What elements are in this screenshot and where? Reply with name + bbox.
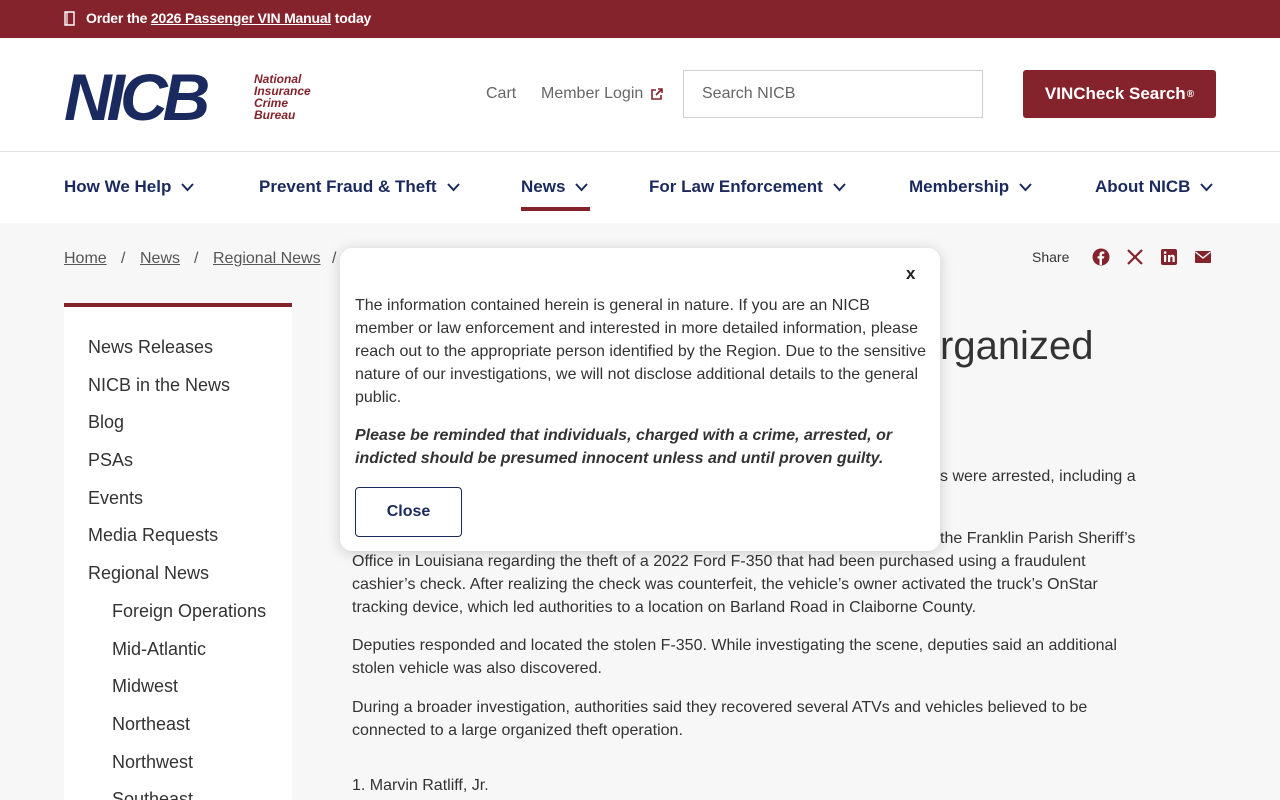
nav-label: Membership [909, 177, 1010, 196]
cart-link[interactable]: Cart [486, 85, 516, 103]
sidebar-subitem-southeast[interactable]: Southeast [112, 789, 193, 800]
article-para-fragment: the Franklin Parish Sheriff’s [940, 530, 1136, 547]
sidebar-subitem-northwest[interactable]: Northwest [112, 752, 193, 773]
promo-prefix: Order the [86, 10, 151, 26]
nav-how-we-help[interactable]: How We Help [64, 177, 195, 197]
sidebar-item-psas[interactable]: PSAs [88, 450, 133, 471]
facebook-icon[interactable] [1092, 248, 1110, 266]
linkedin-icon[interactable] [1160, 248, 1178, 266]
sidebar-subitem-foreign-operations[interactable]: Foreign Operations [112, 601, 266, 622]
article-paragraph: Office in Louisiana regarding the theft … [352, 553, 1098, 616]
sidebar-item-news-releases[interactable]: News Releases [88, 337, 213, 358]
breadcrumb-separator: / [332, 250, 337, 267]
sidebar-subitem-midwest[interactable]: Midwest [112, 676, 178, 697]
promo-text: Order the 2026 Passenger VIN Manual toda… [86, 10, 371, 26]
chevron-down-icon [446, 182, 460, 191]
nicb-logo[interactable]: NICB National Insurance Crime Bureau [64, 64, 324, 130]
sidebar-item-nicb-in-news[interactable]: NICB in the News [88, 375, 230, 396]
breadcrumb-regional-link[interactable]: Regional News [213, 250, 321, 267]
registered-mark: ® [1186, 88, 1195, 100]
breadcrumb-news[interactable]: News [140, 250, 180, 268]
disclaimer-modal: x The information contained herein is ge… [340, 248, 940, 551]
search-input[interactable] [683, 70, 983, 118]
vincheck-label: VINCheck Search [1044, 84, 1186, 103]
article-intro-fragment: s were arrested, including a [940, 468, 1136, 485]
nav-prevent-fraud[interactable]: Prevent Fraud & Theft [259, 177, 460, 197]
vincheck-search-button[interactable]: VINCheck Search ® [1023, 70, 1216, 118]
member-login-link[interactable]: Member Login [541, 85, 643, 103]
sidebar-subitem-northeast[interactable]: Northeast [112, 714, 190, 735]
promo-bar: Order the 2026 Passenger VIN Manual toda… [0, 0, 1280, 38]
nav-news[interactable]: News [521, 177, 589, 197]
nav-label: About NICB [1095, 177, 1191, 196]
breadcrumb-regional[interactable]: Regional News [213, 250, 321, 268]
logo-subtitle: National Insurance Crime Bureau [254, 73, 334, 121]
nav-law-enforcement[interactable]: For Law Enforcement [649, 177, 846, 197]
main-nav: How We Help Prevent Fraud & Theft News F… [0, 152, 1280, 223]
breadcrumb-separator: / [194, 250, 199, 267]
nav-label: News [521, 177, 566, 196]
nav-membership[interactable]: Membership [909, 177, 1032, 197]
book-icon [64, 11, 75, 26]
x-twitter-icon[interactable] [1126, 248, 1144, 266]
promo-suffix: today [331, 10, 372, 26]
chevron-down-icon [1200, 182, 1214, 191]
nav-active-indicator [521, 207, 590, 211]
breadcrumb-separator: / [121, 250, 126, 267]
sidebar-item-regional-news[interactable]: Regional News [88, 563, 209, 584]
modal-close-icon[interactable]: x [906, 264, 915, 284]
breadcrumb-home-link[interactable]: Home [64, 250, 107, 267]
nav-label: For Law Enforcement [649, 177, 823, 196]
sidebar-item-events[interactable]: Events [88, 488, 143, 509]
nav-label: How We Help [64, 177, 172, 196]
article-paragraph: Deputies responded and located the stole… [352, 637, 1117, 677]
breadcrumb-home[interactable]: Home [64, 250, 107, 268]
article-title: rganized [940, 324, 1094, 368]
logo-line-4: Bureau [254, 108, 296, 122]
logo-mark: NICB [64, 60, 210, 134]
chevron-down-icon [833, 182, 846, 191]
email-icon[interactable] [1194, 248, 1212, 266]
chevron-down-icon [181, 182, 195, 191]
chevron-down-icon [1019, 182, 1032, 191]
nav-label: Prevent Fraud & Theft [259, 177, 437, 196]
promo-link[interactable]: 2026 Passenger VIN Manual [151, 10, 331, 26]
external-link-icon [651, 88, 663, 100]
nav-about[interactable]: About NICB [1095, 177, 1214, 197]
modal-presumption-note: Please be reminded that individuals, cha… [355, 427, 893, 467]
modal-close-button[interactable]: Close [355, 487, 462, 537]
site-header: NICB National Insurance Crime Bureau Car… [0, 38, 1280, 152]
article-list-item: 1. Marvin Ratliff, Jr. [352, 777, 489, 794]
share-label: Share [1032, 249, 1070, 265]
sidebar-item-media-requests[interactable]: Media Requests [88, 525, 218, 546]
chevron-down-icon [575, 182, 589, 191]
sidebar-subitem-mid-atlantic[interactable]: Mid-Atlantic [112, 639, 206, 660]
sidebar-item-blog[interactable]: Blog [88, 412, 124, 433]
breadcrumb-news-link[interactable]: News [140, 250, 180, 267]
modal-body-text: The information contained herein is gene… [355, 297, 927, 406]
article-paragraph: During a broader investigation, authorit… [352, 699, 1088, 739]
sidebar-nav: News Releases NICB in the News Blog PSAs… [64, 303, 292, 800]
